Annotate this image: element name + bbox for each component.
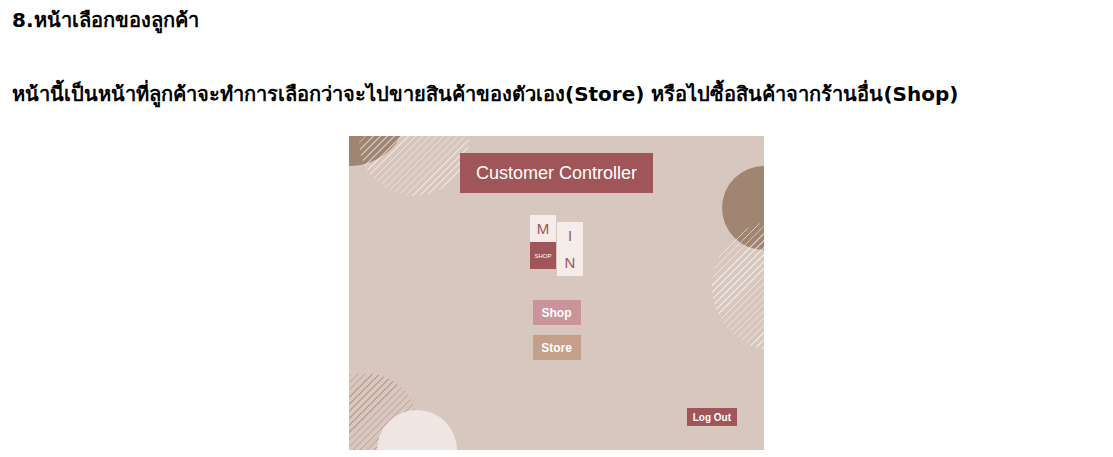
choice-buttons: Shop Store [533, 300, 581, 360]
decor-stripes [359, 136, 469, 196]
logout-button[interactable]: Log Out [687, 408, 737, 426]
customer-controller-screenshot: Customer Controller MSHOPIN Shop Store Lo… [349, 136, 764, 450]
logo-tile: N [557, 249, 583, 276]
decor-stripes [712, 221, 764, 351]
store-button[interactable]: Store [533, 335, 581, 360]
logo-tile: M [530, 215, 556, 242]
document-page: 8.หน้าเลือกของลูกค้า หน้านี้เป็นหน้าที่ล… [0, 0, 1113, 457]
logo-column: IN [557, 222, 583, 276]
logo-tile: SHOP [530, 242, 556, 269]
app-title: Customer Controller [460, 153, 653, 193]
min-shop-logo: MSHOPIN [530, 215, 583, 276]
section-heading: 8.หน้าเลือกของลูกค้า [12, 8, 1101, 32]
logo-tile: I [557, 222, 583, 249]
section-description: หน้านี้เป็นหน้าที่ลูกค้าจะทำการเลือกว่าจ… [12, 82, 1101, 106]
shop-button[interactable]: Shop [533, 300, 581, 325]
logo-column: MSHOP [530, 215, 556, 276]
